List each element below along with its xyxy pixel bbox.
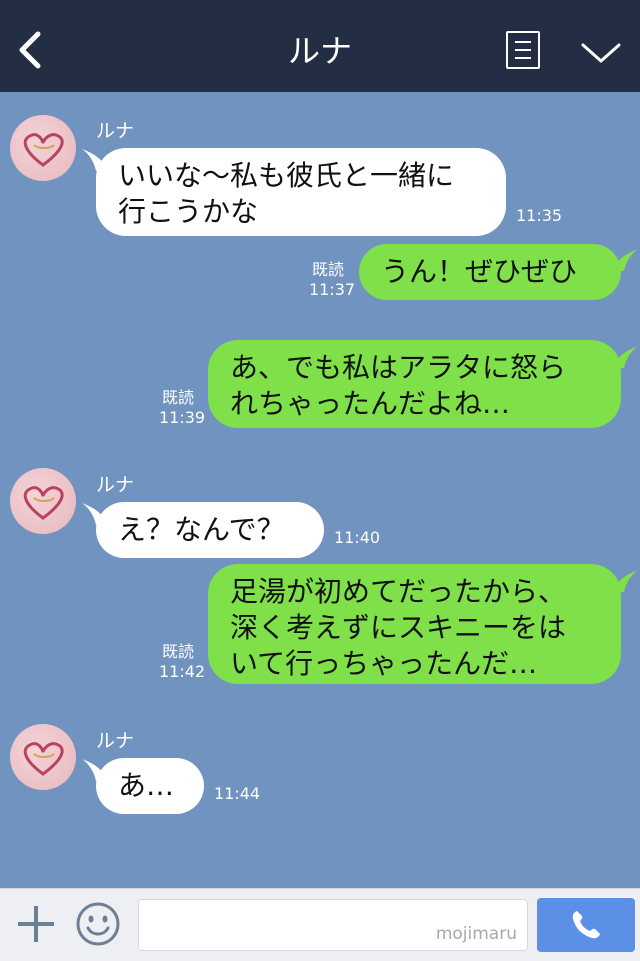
message-time: 11:44 xyxy=(214,784,261,803)
emoji-icon[interactable] xyxy=(76,902,120,946)
message-bubble[interactable]: うん！ぜひぜひ xyxy=(359,244,621,300)
avatar[interactable] xyxy=(10,724,76,790)
message-time: 11:37 xyxy=(309,280,356,299)
message-time: 11:40 xyxy=(334,528,381,547)
read-receipt: 既読 xyxy=(162,388,195,407)
avatar[interactable] xyxy=(10,468,76,534)
chevron-down-icon[interactable] xyxy=(580,40,622,66)
chat-area[interactable]: ルナ いいな〜私も彼氏と一緒に 行こうかな 11:35 うん！ぜひぜひ 既読 1… xyxy=(0,92,640,888)
plus-icon[interactable] xyxy=(16,904,56,944)
chat-header: ルナ xyxy=(0,0,640,92)
message-input[interactable]: mojimaru xyxy=(138,899,528,951)
sender-name: ルナ xyxy=(96,730,135,752)
watermark: mojimaru xyxy=(435,924,517,944)
message-bubble[interactable]: あ… xyxy=(96,758,204,814)
read-receipt: 既読 xyxy=(162,642,195,661)
message-bubble[interactable]: あ、でも私はアラタに怒ら れちゃったんだよね… xyxy=(208,340,621,428)
bubble-tail xyxy=(614,346,638,368)
message-bubble[interactable]: え？なんで？ xyxy=(96,502,324,558)
read-receipt: 既読 xyxy=(312,260,345,279)
message-time: 11:39 xyxy=(159,408,206,427)
phone-icon xyxy=(572,911,600,939)
bubble-tail xyxy=(614,249,638,271)
call-button[interactable] xyxy=(537,898,635,952)
chat-title: ルナ xyxy=(287,32,352,70)
input-bar: mojimaru xyxy=(0,888,640,961)
message-time: 11:42 xyxy=(159,662,206,681)
avatar[interactable] xyxy=(10,115,76,181)
message-bubble[interactable]: 足湯が初めてだったから、 深く考えずにスキニーをは いて行っちゃったんだ… xyxy=(208,564,621,684)
message-time: 11:35 xyxy=(516,206,563,225)
sender-name: ルナ xyxy=(96,120,135,142)
message-bubble[interactable]: いいな〜私も彼氏と一緒に 行こうかな xyxy=(96,148,506,236)
sender-name: ルナ xyxy=(96,474,135,496)
menu-icon[interactable] xyxy=(506,31,540,69)
bubble-tail xyxy=(614,570,638,592)
